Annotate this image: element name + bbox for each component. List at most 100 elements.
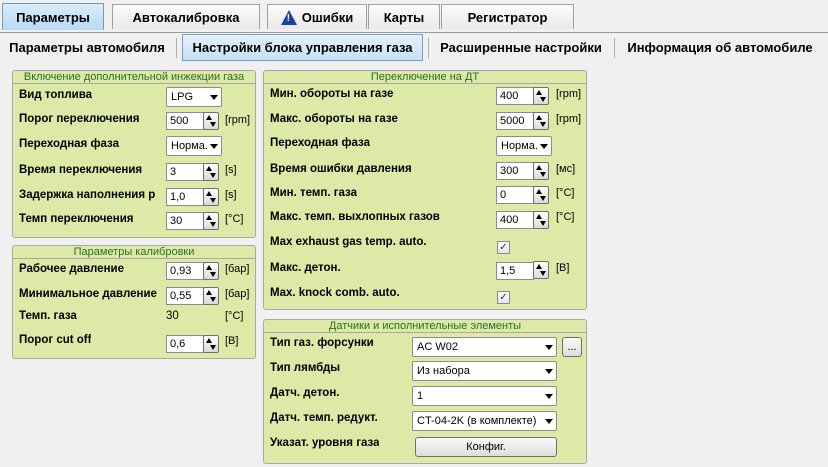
- lambda-type-select[interactable]: Из набора: [412, 361, 557, 381]
- tab-label: Параметры: [16, 9, 90, 25]
- transition-phase-select[interactable]: Норма.: [166, 136, 222, 156]
- max-rpm-input[interactable]: 5000: [496, 112, 534, 130]
- subtab-vehicle-info[interactable]: Информация об автомобиле: [618, 34, 822, 61]
- switch-temp-label: Темп переключения: [19, 213, 134, 225]
- unit-label: [°C]: [225, 310, 244, 322]
- switch-threshold-label: Порог переключения: [19, 113, 140, 125]
- chevron-down-icon: [540, 144, 548, 149]
- chevron-down-icon: [545, 345, 553, 350]
- fill-delay-label: Задержка наполнения р: [19, 189, 156, 201]
- knock-auto-checkbox[interactable]: ✓: [497, 291, 510, 304]
- fuel-type-select[interactable]: LPG: [166, 87, 222, 107]
- chevron-down-icon: [210, 95, 218, 100]
- unit-label: [°C]: [556, 211, 575, 223]
- unit-label: [°C]: [225, 213, 244, 225]
- injection-panel: Включение дополнительной инжекции газа В…: [12, 70, 256, 238]
- pressure-error-input[interactable]: 300: [496, 162, 534, 180]
- min-rpm-stepper[interactable]: [533, 87, 549, 105]
- max-exhaust-auto-checkbox[interactable]: ✓: [497, 241, 510, 254]
- gas-level-label: Указат. уровня газа: [270, 437, 380, 449]
- unit-label: [бар]: [225, 263, 250, 275]
- pressure-error-stepper[interactable]: [533, 162, 549, 180]
- switch-threshold-stepper[interactable]: [203, 112, 219, 130]
- reducer-temp-select[interactable]: CT-04-2K (в комплекте): [412, 411, 557, 431]
- unit-label: [rpm]: [556, 113, 582, 125]
- chevron-down-icon: [545, 394, 553, 399]
- unit-label: [B]: [556, 262, 570, 274]
- min-rpm-input[interactable]: 400: [496, 87, 534, 105]
- min-gas-temp-input[interactable]: 0: [496, 186, 534, 204]
- panel-title: Включение дополнительной инжекции газа: [13, 71, 255, 84]
- phase-label: Переходная фаза: [270, 137, 371, 149]
- unit-label: [°C]: [556, 187, 575, 199]
- subtab-vehicle-params[interactable]: Параметры автомобиля: [2, 34, 172, 61]
- max-exhaust-input[interactable]: 400: [496, 211, 534, 229]
- injector-type-label: Тип газ. форсунки: [270, 337, 374, 349]
- unit-label: [rpm]: [556, 88, 582, 100]
- switch-temp-input[interactable]: 30: [166, 212, 204, 230]
- tab-label: Регистратор: [467, 9, 548, 25]
- knock-auto-label: Max. knock comb. auto.: [270, 287, 400, 299]
- panel-title: Переключение на ДТ: [264, 71, 586, 84]
- fill-delay-stepper[interactable]: [203, 188, 219, 206]
- max-exhaust-label: Макс. темп. выхлопных газов: [270, 211, 440, 223]
- switch-time-input[interactable]: 3: [166, 163, 204, 181]
- cutoff-label: Порог cut off: [19, 334, 92, 346]
- panel-title: Датчики и исполнительные элементы: [264, 320, 586, 333]
- fill-delay-input[interactable]: 1,0: [166, 188, 204, 206]
- injector-type-select[interactable]: AC W02: [412, 337, 557, 357]
- panel-title: Параметры калибровки: [13, 246, 255, 259]
- subtab-label: Настройки блока управления газа: [192, 40, 413, 55]
- min-gas-temp-stepper[interactable]: [533, 186, 549, 204]
- subtab-label: Расширенные настройки: [440, 40, 602, 55]
- min-rpm-label: Мин. обороты на газе: [270, 88, 394, 100]
- sensors-panel: Датчики и исполнительные элементы Тип га…: [263, 319, 587, 464]
- subtab-gas-ecu-settings[interactable]: Настройки блока управления газа: [182, 34, 423, 61]
- subtab-advanced-settings[interactable]: Расширенные настройки: [432, 34, 610, 61]
- divider: [614, 38, 615, 58]
- work-pressure-input[interactable]: 0,93: [166, 262, 204, 280]
- max-rpm-stepper[interactable]: [533, 112, 549, 130]
- injector-browse-button[interactable]: ...: [562, 337, 582, 357]
- chevron-down-icon: [210, 144, 218, 149]
- gas-temp-label: Темп. газа: [19, 310, 77, 322]
- calibration-panel: Параметры калибровки Рабочее давление 0,…: [12, 245, 256, 359]
- unit-label: [мс]: [556, 163, 576, 175]
- config-button[interactable]: Конфиг.: [415, 437, 557, 457]
- min-gas-temp-label: Мин. темп. газа: [270, 187, 357, 199]
- max-knock-label: Макс. детон.: [270, 262, 341, 274]
- lambda-type-label: Тип лямбды: [270, 362, 341, 374]
- max-knock-input[interactable]: 1,5: [496, 262, 534, 280]
- tab-autocalibration[interactable]: Автокалибровка: [112, 4, 260, 29]
- tab-label: Карты: [383, 9, 425, 25]
- cutoff-stepper[interactable]: [203, 335, 219, 353]
- chevron-down-icon: [545, 419, 553, 424]
- max-exhaust-auto-label: Max exhaust gas temp. auto.: [270, 236, 427, 248]
- unit-label: [rpm]: [225, 114, 251, 126]
- tab-maps[interactable]: Карты: [368, 4, 440, 29]
- switch-time-stepper[interactable]: [203, 163, 219, 181]
- switch-temp-stepper[interactable]: [203, 212, 219, 230]
- min-pressure-label: Минимальное давление: [19, 288, 157, 300]
- min-pressure-input[interactable]: 0,55: [166, 287, 204, 305]
- subtab-label: Параметры автомобиля: [9, 40, 165, 55]
- switch-threshold-input[interactable]: 500: [166, 112, 204, 130]
- unit-label: [s]: [225, 164, 237, 176]
- tab-errors[interactable]: ! Ошибки: [267, 4, 367, 29]
- knock-sensor-select[interactable]: 1: [412, 386, 557, 406]
- unit-label: [B]: [225, 335, 239, 347]
- unit-label: [s]: [225, 189, 237, 201]
- tab-recorder[interactable]: Регистратор: [441, 4, 574, 29]
- work-pressure-label: Рабочее давление: [19, 263, 124, 275]
- dt-switch-panel: Переключение на ДТ Мин. обороты на газе …: [263, 70, 587, 310]
- tab-parameters[interactable]: Параметры: [2, 3, 104, 30]
- max-knock-stepper[interactable]: [533, 261, 549, 279]
- max-exhaust-stepper[interactable]: [533, 211, 549, 229]
- phase-select[interactable]: Норма.: [496, 136, 552, 156]
- cutoff-input[interactable]: 0,6: [166, 335, 204, 353]
- transition-phase-label: Переходная фаза: [19, 138, 120, 150]
- work-pressure-stepper[interactable]: [203, 262, 219, 280]
- tab-label: Ошибки: [301, 9, 354, 25]
- tab-label: Автокалибровка: [132, 9, 240, 25]
- min-pressure-stepper[interactable]: [203, 287, 219, 305]
